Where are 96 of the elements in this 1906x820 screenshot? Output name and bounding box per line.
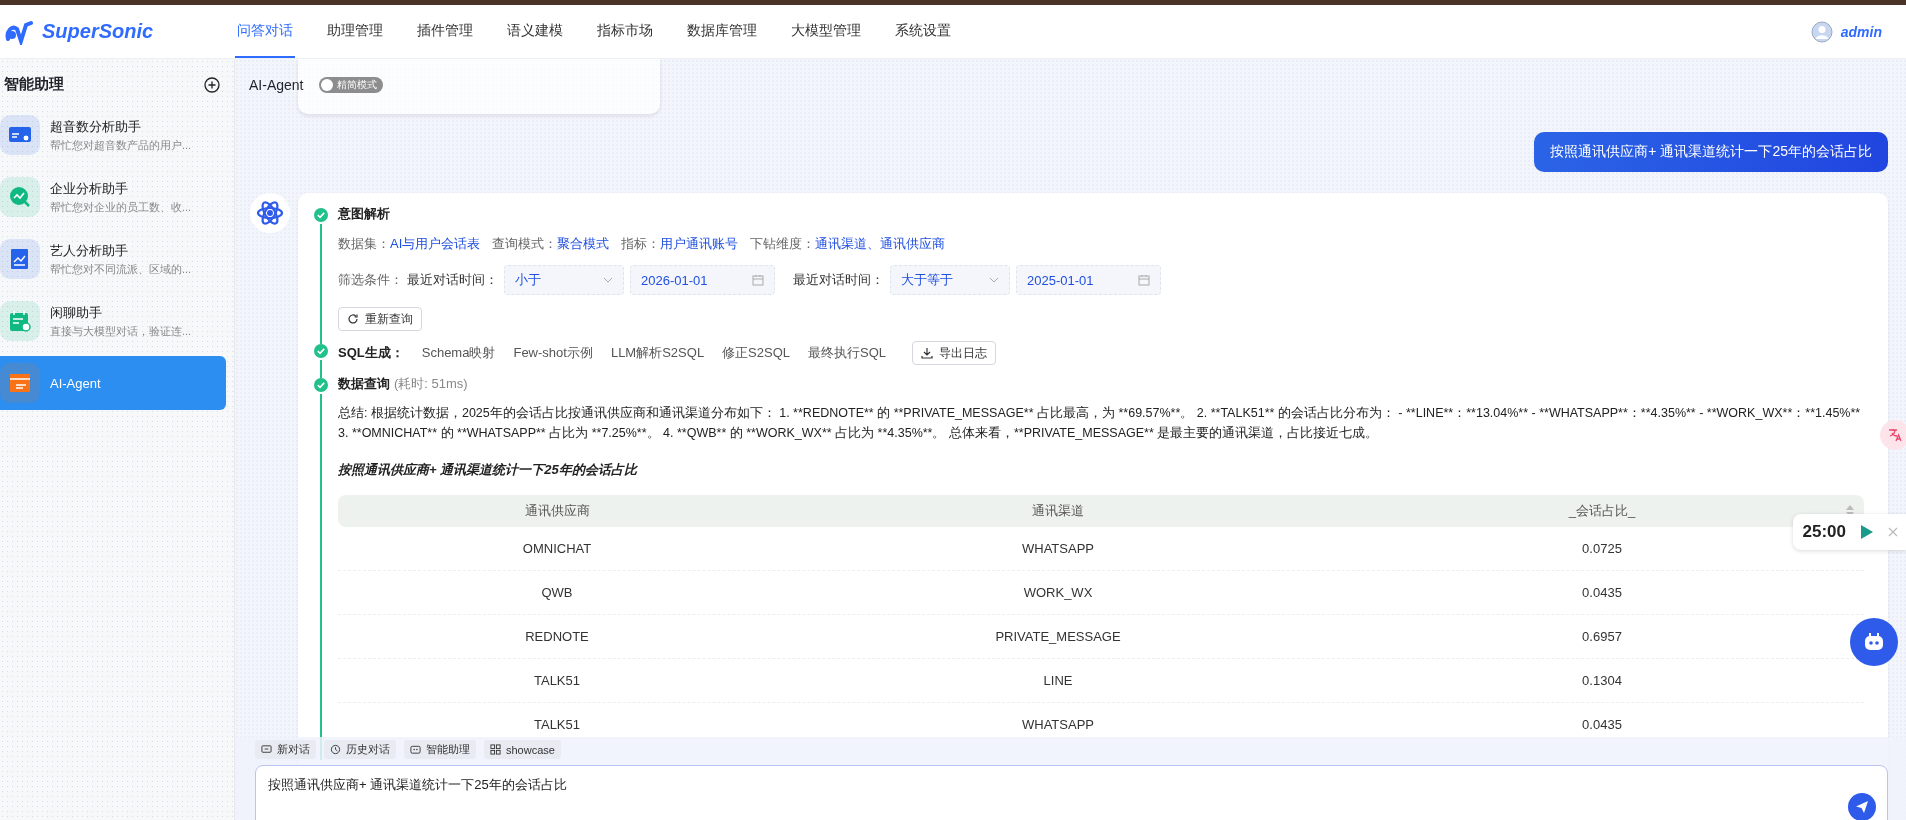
nav-tab[interactable]: 语义建模 <box>505 5 565 58</box>
table-cell: 0.1304 <box>1582 673 1622 688</box>
assistant-description: 直接与大模型对话，验证连... <box>50 323 192 339</box>
nav-tab[interactable]: 系统设置 <box>893 5 953 58</box>
history-icon <box>330 744 341 755</box>
assistant-name: 超音数分析助手 <box>50 117 142 136</box>
avatar-icon <box>1810 20 1833 43</box>
assistant-item[interactable]: 企业分析助手 帮忙您对企业的员工数、收... <box>0 170 226 224</box>
sql-tab[interactable]: Few-shot示例 <box>513 344 593 362</box>
export-log-button[interactable]: 导出日志 <box>912 341 997 365</box>
calendar-icon <box>1138 274 1150 286</box>
assistant-item[interactable]: 闲聊助手 直接与大模型对话，验证连... <box>0 294 226 348</box>
retry-button[interactable]: 重新查询 <box>338 307 422 331</box>
add-icon[interactable] <box>204 76 220 93</box>
close-icon[interactable] <box>1888 527 1898 537</box>
refresh-icon <box>347 313 359 325</box>
assistant-name: AI-Agent <box>50 375 101 391</box>
sql-tab[interactable]: 修正S2SQL <box>722 344 791 362</box>
toolbar-button[interactable]: 历史对话 <box>324 740 396 759</box>
assistant-name: 企业分析助手 <box>50 179 129 198</box>
elapsed-time: (耗时: 51ms) <box>394 375 468 393</box>
date-field[interactable]: 2025-01-01 <box>1016 265 1161 295</box>
atom-icon <box>256 199 284 227</box>
assistant-item[interactable]: 超音数分析助手 帮忙您对超音数产品的用户... <box>0 108 226 162</box>
chat-icon <box>261 744 272 755</box>
filter-field-name: 最近对话时间： <box>793 271 884 289</box>
table-cell: QWB <box>541 585 573 600</box>
field-value: 通讯渠道、通讯供应商 <box>815 235 946 253</box>
date-field[interactable]: 2026-01-01 <box>630 265 775 295</box>
nav-tab[interactable]: 助理管理 <box>325 5 385 58</box>
table-cell: WHATSAPP <box>1022 541 1094 556</box>
table-cell: 0.0435 <box>1582 717 1622 732</box>
field-label: 查询模式： <box>492 235 558 253</box>
send-icon <box>1855 800 1869 814</box>
nav-tab[interactable]: 指标市场 <box>595 5 655 58</box>
field-value: AI与用户会话表 <box>390 235 481 253</box>
chevron-down-icon <box>989 277 999 283</box>
sidebar-title: 智能助理 <box>4 75 64 94</box>
calendar-icon <box>752 274 764 286</box>
logo-icon <box>4 18 36 45</box>
assistant-item[interactable]: 艺人分析助手 帮忙您对不同流派、区域的... <box>0 232 226 286</box>
toolbar-button[interactable]: 新对话 <box>255 740 316 759</box>
toolbar-button[interactable]: 智能助理 <box>404 740 476 759</box>
column-header: 通讯供应商 <box>523 502 591 520</box>
column-header: 通讯渠道 <box>1031 502 1085 520</box>
operator-select[interactable]: 小于 <box>504 265 624 295</box>
step-title: 数据查询 <box>338 375 390 393</box>
field-label: 数据集： <box>338 235 390 253</box>
agent-title: AI-Agent <box>249 77 304 93</box>
sql-tab[interactable]: LLM解析S2SQL <box>610 344 705 362</box>
sql-tab[interactable]: Schema映射 <box>421 344 496 362</box>
robot-icon <box>410 744 421 755</box>
brand-name: SuperSonic <box>42 20 154 43</box>
table-cell: REDNOTE <box>525 629 589 644</box>
table-cell: TALK51 <box>534 717 580 732</box>
assistant-description: 帮忙您对企业的员工数、收... <box>50 199 192 215</box>
step-title: SQL生成： <box>338 344 404 362</box>
timer-time: 25:00 <box>1802 522 1846 542</box>
grid-icon <box>490 744 501 755</box>
user-message: 按照通讯供应商+ 通讯渠道统计一下25年的会话占比 <box>1534 132 1888 172</box>
assistant-description: 帮忙您对不同流派、区域的... <box>50 261 192 277</box>
chevron-down-icon <box>603 277 613 283</box>
field-label: 指标： <box>621 235 661 253</box>
step-title: 意图解析 <box>338 205 391 223</box>
table-cell: PRIVATE_MESSAGE <box>995 629 1121 644</box>
nav-tab[interactable]: 插件管理 <box>415 5 475 58</box>
table-cell: LINE <box>1043 673 1073 688</box>
table-cell: 0.6957 <box>1582 629 1622 644</box>
table-cell: 0.0725 <box>1582 541 1622 556</box>
chat-input[interactable]: 按照通讯供应商+ 通讯渠道统计一下25年的会话占比 <box>255 765 1888 820</box>
table-cell: WHATSAPP <box>1022 717 1094 732</box>
table-cell: WORK_WX <box>1023 585 1093 600</box>
query-title: 按照通讯供应商+ 通讯渠道统计一下25年的会话占比 <box>338 461 639 479</box>
operator-select[interactable]: 大于等于 <box>890 265 1010 295</box>
check-icon <box>314 208 328 222</box>
assistant-description: 帮忙您对超音数产品的用户... <box>50 137 192 153</box>
nav-tab[interactable]: 大模型管理 <box>789 5 863 58</box>
assistant-name: 艺人分析助手 <box>50 241 129 260</box>
filter-label: 筛选条件： <box>338 271 403 289</box>
sort-icon[interactable] <box>1846 505 1854 517</box>
field-label: 下钻维度： <box>750 235 816 253</box>
nav-tab[interactable]: 数据库管理 <box>685 5 759 58</box>
download-icon <box>921 347 934 359</box>
table-cell: TALK51 <box>534 673 580 688</box>
field-value: 用户通讯账号 <box>660 235 739 253</box>
summary-text: 总结: 根据统计数据，2025年的会话占比按通讯供应商和通讯渠道分布如下： 1. **REDNOTE** 的 **PRIVATE_MESSAGE** 占比最高，为 **69.57%**。 2. **TALK51** 的会话占比分布为： - **LINE**：**13.04%** - **WHATSAPP**：**4.35%** - **WORK_WX**：**1.45%** 3. **OMNICHAT** 的 **WHATSAPP** 占比为 **7.25%**。 4. **QWB** 的 **WORK_WX** 占比为 **4.35%**。 总体来看，**PRIVATE_MESSAGE** 是最主要的通讯渠道，占比接近七成。 <box>338 405 1862 442</box>
table-cell: 0.0435 <box>1582 585 1622 600</box>
assistant-name: 闲聊助手 <box>50 303 103 322</box>
field-value: 聚合模式 <box>557 235 610 253</box>
translate-icon <box>1887 427 1903 443</box>
play-icon[interactable] <box>1860 524 1874 540</box>
sql-tab[interactable]: 最终执行SQL <box>808 344 887 362</box>
filter-field-name: 最近对话时间： <box>407 271 498 289</box>
table-cell: OMNICHAT <box>522 541 592 556</box>
user-name[interactable]: admin <box>1840 23 1882 40</box>
toolbar-button[interactable]: showcase <box>484 740 561 759</box>
